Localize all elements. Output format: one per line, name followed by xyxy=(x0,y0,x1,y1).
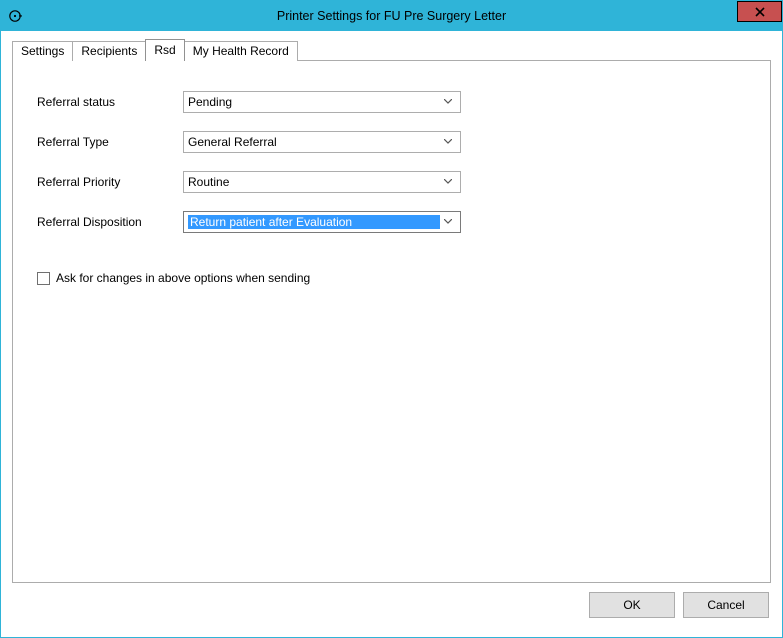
label-referral-priority: Referral Priority xyxy=(37,175,183,189)
tab-strip: Settings Recipients Rsd My Health Record xyxy=(12,39,771,61)
chevron-down-icon xyxy=(440,92,456,112)
tab-recipients[interactable]: Recipients xyxy=(72,41,146,61)
dialog-window: Printer Settings for FU Pre Surgery Lett… xyxy=(0,0,783,638)
tab-panel-rsd: Referral status Pending Referral Type Ge… xyxy=(12,60,771,583)
select-referral-priority[interactable]: Routine xyxy=(183,171,461,193)
select-value: General Referral xyxy=(188,135,440,149)
select-value: Routine xyxy=(188,175,440,189)
system-icon xyxy=(7,8,23,24)
row-referral-status: Referral status Pending xyxy=(37,91,746,113)
chevron-down-icon xyxy=(440,212,456,232)
ok-button[interactable]: OK xyxy=(589,592,675,618)
checkbox-ask-changes[interactable] xyxy=(37,272,50,285)
chevron-down-icon xyxy=(440,172,456,192)
select-referral-disposition[interactable]: Return patient after Evaluation xyxy=(183,211,461,233)
client-area: Settings Recipients Rsd My Health Record… xyxy=(1,31,782,637)
label-referral-type: Referral Type xyxy=(37,135,183,149)
window-title: Printer Settings for FU Pre Surgery Lett… xyxy=(1,9,782,23)
select-referral-type[interactable]: General Referral xyxy=(183,131,461,153)
tab-rsd[interactable]: Rsd xyxy=(145,39,184,61)
row-referral-priority: Referral Priority Routine xyxy=(37,171,746,193)
titlebar: Printer Settings for FU Pre Surgery Lett… xyxy=(1,1,782,31)
row-referral-type: Referral Type General Referral xyxy=(37,131,746,153)
label-ask-changes: Ask for changes in above options when se… xyxy=(56,271,310,285)
close-icon xyxy=(755,7,765,17)
cancel-button[interactable]: Cancel xyxy=(683,592,769,618)
select-referral-status[interactable]: Pending xyxy=(183,91,461,113)
tab-settings[interactable]: Settings xyxy=(12,41,73,61)
row-ask-checkbox: Ask for changes in above options when se… xyxy=(37,271,746,285)
button-bar: OK Cancel xyxy=(12,583,771,627)
select-value: Pending xyxy=(188,95,440,109)
tab-my-health-record[interactable]: My Health Record xyxy=(184,41,298,61)
chevron-down-icon xyxy=(440,132,456,152)
close-button[interactable] xyxy=(737,1,782,22)
select-value: Return patient after Evaluation xyxy=(188,215,440,229)
label-referral-status: Referral status xyxy=(37,95,183,109)
row-referral-disposition: Referral Disposition Return patient afte… xyxy=(37,211,746,233)
tab-container: Settings Recipients Rsd My Health Record… xyxy=(12,39,771,583)
label-referral-disposition: Referral Disposition xyxy=(37,215,183,229)
